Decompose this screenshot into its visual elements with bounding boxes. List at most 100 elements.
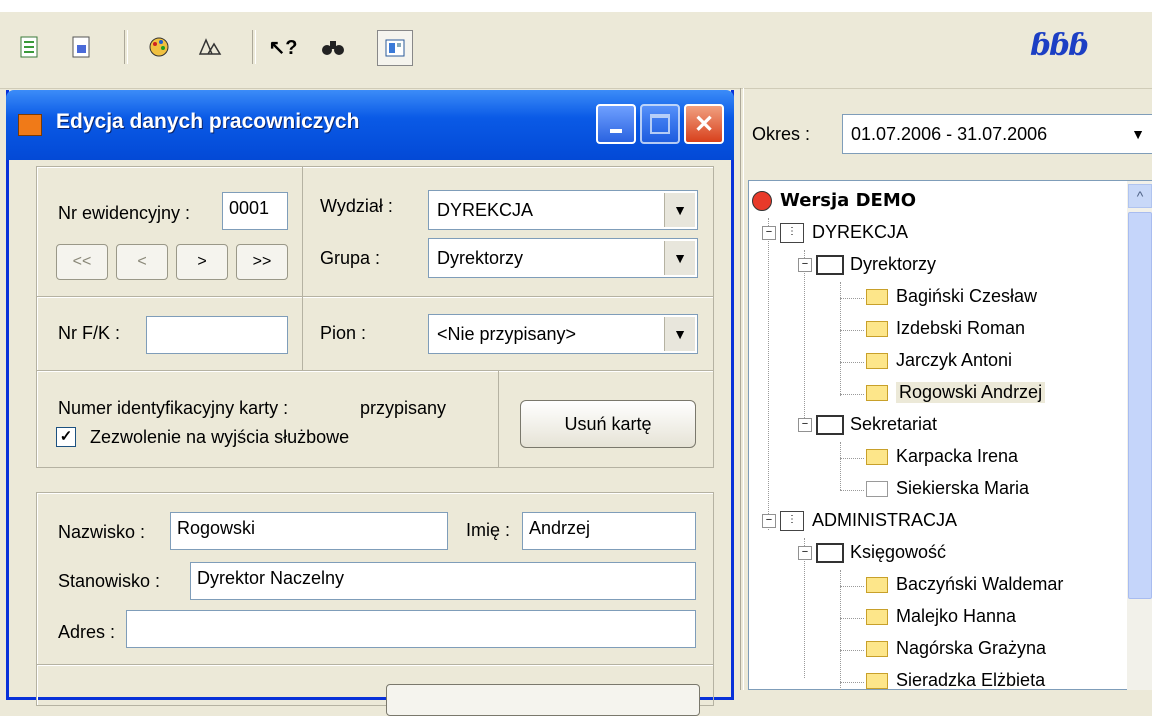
nrfk-field[interactable] <box>146 316 288 354</box>
exit-permission-label: Zezwolenie na wyjścia służbowe <box>90 427 350 447</box>
grid-view-icon[interactable] <box>377 30 413 66</box>
tree-root[interactable]: Wersja DEMO <box>752 190 916 211</box>
grupa-select[interactable]: Dyrektorzy ▼ <box>428 238 698 278</box>
tree-item-group-ksiegowosc[interactable]: − Księgowość <box>798 542 946 563</box>
tree-line <box>840 586 864 587</box>
group-divider <box>498 370 499 468</box>
folder-icon <box>866 608 888 625</box>
tree-item-label: Księgowość <box>850 542 947 562</box>
pion-label: Pion : <box>320 323 367 343</box>
binoculars-icon[interactable] <box>318 32 348 62</box>
tree-root-label: Wersja DEMO <box>780 190 917 211</box>
department-icon: ⋮ <box>780 222 804 243</box>
scroll-up-icon[interactable]: ^ <box>1128 184 1152 208</box>
collapse-icon[interactable]: − <box>798 417 812 432</box>
partial-button[interactable] <box>386 684 700 716</box>
chevron-down-icon[interactable]: ▼ <box>664 317 695 351</box>
exit-permission-checkbox[interactable]: ✓ <box>56 427 76 447</box>
toolbar-separator <box>124 30 128 64</box>
collapse-icon[interactable]: − <box>762 513 776 528</box>
folder-icon <box>866 288 888 305</box>
tree-item-person[interactable]: Baczyński Waldemar <box>866 574 1063 595</box>
globe-icon <box>752 190 772 211</box>
next-record-button[interactable]: > <box>176 244 228 280</box>
tree-item-label: Rogowski Andrzej <box>896 382 1046 403</box>
nr-ewidencyjny-label: Nr ewidencyjny : <box>58 203 191 223</box>
department-icon: ⋮ <box>780 510 804 531</box>
tree-line <box>840 298 864 299</box>
imie-label: Imię : <box>466 520 511 540</box>
folder-icon <box>866 576 888 593</box>
panel-separator <box>740 88 744 690</box>
tree-item-person[interactable]: Sieradzka Elżbieta <box>866 670 1045 691</box>
card-status: przypisany <box>360 398 447 418</box>
tree-line <box>804 250 805 432</box>
wydzial-value: DYREKCJA <box>437 200 534 220</box>
scroll-thumb[interactable] <box>1128 212 1152 599</box>
nazwisko-field[interactable]: Rogowski <box>170 512 448 550</box>
maximize-button[interactable] <box>640 104 680 144</box>
stanowisko-label: Stanowisko : <box>58 571 161 591</box>
collapse-icon[interactable]: − <box>798 257 812 272</box>
tree-item-label: Sekretariat <box>850 414 938 434</box>
tree-item-label: Siekierska Maria <box>896 478 1030 498</box>
tree-item-person[interactable]: Izdebski Roman <box>866 318 1025 339</box>
tree-line <box>840 618 864 619</box>
collapse-icon[interactable]: − <box>762 225 776 240</box>
report-icon[interactable] <box>14 32 44 62</box>
tree-item-person[interactable]: Bagiński Czesław <box>866 286 1037 307</box>
tree-item-person[interactable]: Nagórska Grażyna <box>866 638 1046 659</box>
tree-line <box>840 362 864 363</box>
maximize-icon <box>650 114 670 134</box>
nr-ewidencyjny-field[interactable]: 0001 <box>222 192 288 230</box>
tree-line <box>768 218 769 530</box>
app-logo: ɓɓɓ <box>1030 28 1089 63</box>
tree-item-label: Bagiński Czesław <box>896 286 1038 306</box>
tree-item-label: Nagórska Grażyna <box>896 638 1047 658</box>
close-button[interactable]: ✕ <box>684 104 724 144</box>
chevron-down-icon[interactable]: ▼ <box>664 193 695 227</box>
dialog-title: Edycja danych pracowniczych <box>56 110 360 133</box>
tree-item-dept-dyrekcja[interactable]: − ⋮ DYREKCJA <box>762 222 908 243</box>
minimize-button[interactable] <box>596 104 636 144</box>
tree-item-label: Baczyński Waldemar <box>896 574 1064 594</box>
wydzial-select[interactable]: DYREKCJA ▼ <box>428 190 698 230</box>
chevron-down-icon[interactable]: ▼ <box>1123 117 1152 151</box>
palette-icon[interactable] <box>144 32 174 62</box>
remove-card-button[interactable]: Usuń kartę <box>520 400 696 448</box>
tree-item-group-dyrektorzy[interactable]: − Dyrektorzy <box>798 254 936 275</box>
stanowisko-field[interactable]: Dyrektor Naczelny <box>190 562 696 600</box>
document-import-icon[interactable] <box>66 32 96 62</box>
tree-item-person[interactable]: Jarczyk Antoni <box>866 350 1012 371</box>
imie-field[interactable]: Andrzej <box>522 512 696 550</box>
help-pointer-icon[interactable]: ↖? <box>268 32 298 62</box>
group-icon <box>816 414 844 435</box>
adres-field[interactable] <box>126 610 696 648</box>
pion-select[interactable]: <Nie przypisany> ▼ <box>428 314 698 354</box>
pion-value: <Nie przypisany> <box>437 324 577 344</box>
bell-icon[interactable] <box>194 32 224 62</box>
period-select[interactable]: 01.07.2006 - 31.07.2006 ▼ <box>842 114 1152 154</box>
group-icon <box>816 542 844 563</box>
tree-item-dept-administracja[interactable]: − ⋮ ADMINISTRACJA <box>762 510 957 531</box>
tree-item-person[interactable]: Malejko Hanna <box>866 606 1016 627</box>
collapse-icon[interactable]: − <box>798 545 812 560</box>
grupa-label: Grupa : <box>320 248 381 268</box>
tree-item-group-sekretariat[interactable]: − Sekretariat <box>798 414 937 435</box>
tree-item-label: DYREKCJA <box>812 222 909 242</box>
close-icon: ✕ <box>693 110 715 138</box>
wydzial-label: Wydział : <box>320 196 393 216</box>
tree-item-label: Jarczyk Antoni <box>896 350 1013 370</box>
last-record-button[interactable]: >> <box>236 244 288 280</box>
folder-icon <box>866 320 888 337</box>
previous-record-button[interactable]: < <box>116 244 168 280</box>
first-record-button[interactable]: << <box>56 244 108 280</box>
tree-line <box>840 442 841 490</box>
tree-item-person[interactable]: Siekierska Maria <box>866 478 1029 499</box>
chevron-down-icon[interactable]: ▼ <box>664 241 695 275</box>
period-label: Okres : <box>752 124 811 144</box>
tree-item-person-selected[interactable]: Rogowski Andrzej <box>866 382 1046 403</box>
tree-item-person[interactable]: Karpacka Irena <box>866 446 1018 467</box>
group-divider <box>302 166 303 298</box>
period-value: 01.07.2006 - 31.07.2006 <box>851 124 1048 144</box>
